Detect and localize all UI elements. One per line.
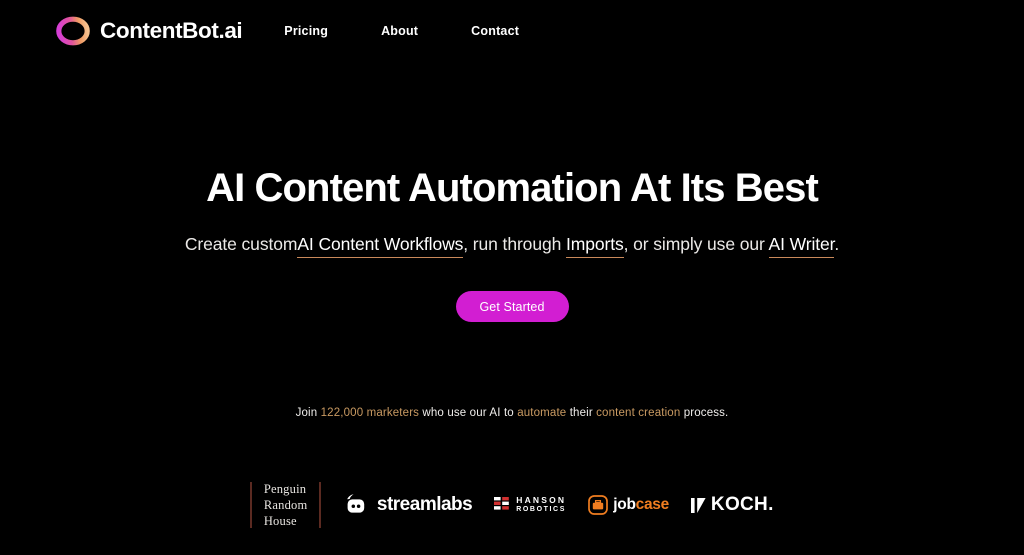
jobcase-text: jobcase [613,496,669,514]
nav-item-pricing[interactable]: Pricing [284,24,328,38]
social-proof-count: 122,000 marketers [320,407,420,419]
subhead-text-4: . [834,234,840,254]
hanson-robotics-text: HANSON ROBOTICS [516,496,566,513]
link-ai-content-workflows[interactable]: AI Content Workflows [297,234,463,258]
contentbot-ring-icon [56,16,90,46]
koch-mark-icon [690,497,706,513]
prh-line-2: Random [263,498,308,512]
hero-subheading: Create customAI Content Workflows, run t… [0,233,1024,258]
penguin-random-house-text: Penguin Random House [252,481,320,529]
streamlabs-icon [347,494,365,513]
social-proof-mid-2: their [566,407,597,419]
get-started-button[interactable]: Get Started [455,291,569,322]
site-header: ContentBot.ai Pricing About Contact [0,0,1024,62]
page-title: AI Content Automation At Its Best [206,166,819,210]
social-proof-automate: automate [517,407,567,419]
jobcase-text-case: case [635,496,670,513]
main-navigation: Pricing About Contact [284,24,519,38]
prh-line-1: Penguin [263,482,307,496]
social-proof-content-creation: content creation [596,407,681,419]
subhead-text-3: , or simply use our [623,234,765,254]
jobcase-text-job: job [613,496,636,513]
jobcase-briefcase-icon [588,495,609,515]
landing-page: ContentBot.ai Pricing About Contact AI C… [0,0,1024,555]
hanson-line-1: HANSON [516,495,567,506]
hanson-robotics-logo: HANSON ROBOTICS [494,496,566,513]
cta-container: Get Started [0,291,1024,322]
link-ai-writer[interactable]: AI Writer [768,234,834,258]
streamlabs-text: streamlabs [376,494,473,515]
streamlabs-logo: streamlabs [343,492,473,518]
nav-item-about[interactable]: About [381,24,418,38]
social-proof-prefix: Join [295,407,321,419]
divider-right [319,482,321,528]
prh-line-3: House [263,514,297,528]
nav-item-contact[interactable]: Contact [471,24,519,38]
subhead-text-2: , run through [463,234,562,254]
social-proof-mid-1: who use our AI to [419,407,518,419]
penguin-random-house-logo: Penguin Random House [250,481,321,529]
koch-logo: KOCH. [690,494,774,516]
customer-logo-strip: Penguin Random House streamlabs HANSON R… [0,481,1024,529]
subhead-text-1: Create custom [184,234,298,254]
hanson-grid-icon [494,497,510,510]
social-proof-text: Join 122,000 marketers who use our AI to… [0,405,1024,421]
jobcase-logo: jobcase [588,495,669,515]
link-imports[interactable]: Imports [565,234,624,258]
brand-logo[interactable]: ContentBot.ai [56,16,243,46]
koch-text: KOCH. [710,494,774,515]
social-proof-suffix: process. [680,407,729,419]
hanson-line-2: ROBOTICS [516,505,566,513]
brand-name: ContentBot.ai [100,17,243,43]
